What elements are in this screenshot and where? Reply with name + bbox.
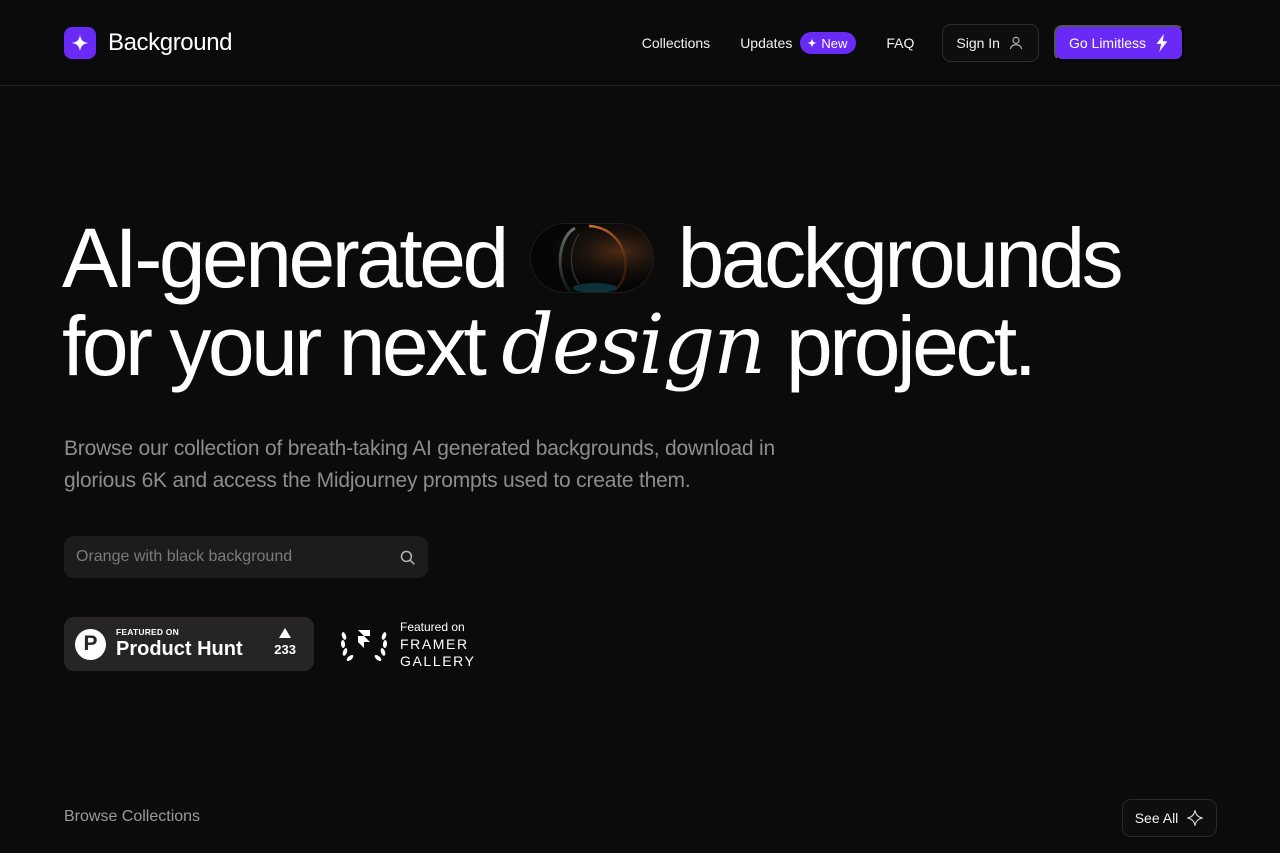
product-hunt-featured-label: FEATURED ON: [116, 627, 179, 637]
product-hunt-badge[interactable]: P FEATURED ON Product Hunt 233: [64, 617, 314, 671]
hero-text-backgrounds: backgrounds: [677, 211, 1124, 305]
framer-featured-label: Featured on: [400, 620, 465, 634]
see-all-button[interactable]: See All: [1122, 799, 1217, 837]
framer-title-line-1: FRAMER: [400, 636, 469, 652]
search-bar: [64, 536, 428, 578]
nav-faq[interactable]: FAQ: [886, 35, 914, 51]
header: Background Collections Updates New FAQ S…: [0, 0, 1280, 86]
hero-title: AI-generated backgrounds for your next d…: [62, 214, 1212, 390]
user-icon: [1009, 36, 1023, 50]
hero-image-pill: [529, 223, 654, 293]
framer-gallery-text: Featured on FRAMER GALLERY: [400, 620, 476, 668]
main-nav: Collections Updates New FAQ Sign In Go L…: [642, 24, 1184, 62]
brand-logo[interactable]: Background: [64, 27, 232, 59]
new-badge-label: New: [821, 35, 848, 51]
hero-line-2: for your next design project.: [62, 298, 1212, 393]
new-badge: New: [800, 32, 857, 54]
upvote-arrow-icon: [279, 628, 292, 638]
hero-text-project: project.: [786, 299, 1037, 393]
go-limitless-button[interactable]: Go Limitless: [1053, 25, 1184, 61]
hero-text-design: design: [501, 298, 766, 393]
nav-updates[interactable]: Updates New: [740, 32, 857, 54]
hero-text-ai-generated: AI-generated: [62, 211, 509, 305]
nav-collections[interactable]: Collections: [642, 35, 710, 51]
search-input[interactable]: [64, 536, 386, 578]
go-limitless-label: Go Limitless: [1068, 35, 1146, 51]
product-hunt-votes: 233: [274, 628, 296, 657]
product-hunt-vote-count: 233: [274, 642, 296, 657]
nav-updates-label: Updates: [740, 35, 793, 51]
hero-description: Browse our collection of breath-taking A…: [64, 437, 775, 492]
brand-name: Background: [108, 29, 233, 56]
lightning-icon: [1156, 34, 1168, 52]
sign-in-button[interactable]: Sign In: [942, 24, 1039, 62]
sparkle-icon: [64, 27, 96, 59]
hero-text-for-your-next: for your next: [62, 299, 487, 393]
search-button[interactable]: [386, 536, 428, 578]
framer-title-line-2: GALLERY: [400, 653, 476, 669]
framer-gallery-badge[interactable]: Featured on FRAMER GALLERY: [338, 620, 476, 668]
hero-line-1: AI-generated backgrounds: [62, 214, 1212, 302]
page: Background Collections Updates New FAQ S…: [0, 0, 1280, 853]
sparkle-icon: [807, 38, 817, 48]
see-all-label: See All: [1134, 810, 1179, 826]
sign-in-label: Sign In: [956, 35, 1000, 51]
browse-collections-heading: Browse Collections: [64, 808, 201, 825]
sparkle-outline-icon: [1187, 809, 1204, 827]
framer-laurel-icon: [340, 630, 388, 661]
search-icon: [400, 550, 415, 565]
product-hunt-icon: P: [75, 628, 106, 660]
product-hunt-title: Product Hunt: [116, 638, 243, 660]
product-hunt-text: FEATURED ON Product Hunt: [116, 627, 243, 661]
